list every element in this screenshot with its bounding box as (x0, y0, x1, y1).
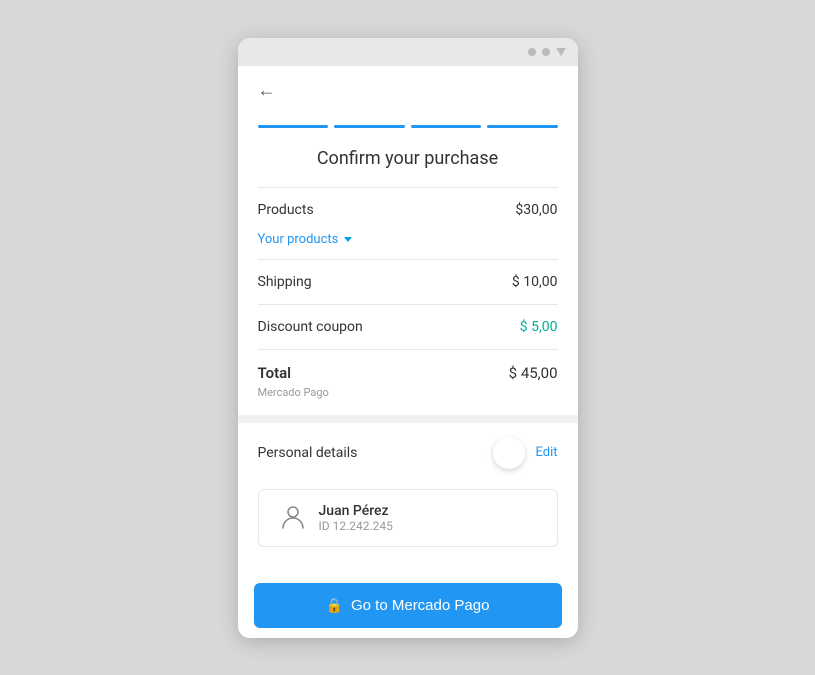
lock-icon: 🔒 (326, 597, 343, 614)
bottom-bar: 🔒 Go to Mercado Pago (238, 573, 578, 638)
products-row: Products $30,00 (238, 188, 578, 232)
status-dot-2 (542, 48, 550, 56)
user-name: Juan Pérez (319, 503, 393, 519)
total-label: Total (258, 364, 292, 382)
progress-bar (238, 109, 578, 138)
total-row: Total $ 45,00 (238, 350, 578, 386)
shipping-row: Shipping $ 10,00 (238, 260, 578, 304)
chevron-down-icon (344, 237, 352, 242)
signal-icon (556, 48, 566, 56)
edit-link[interactable]: Edit (535, 445, 557, 460)
your-products-row[interactable]: Your products (238, 232, 578, 259)
phone-frame: ← Confirm your purchase Products $30,00 … (238, 38, 578, 638)
personal-header: Personal details Edit (258, 437, 558, 469)
personal-details-label: Personal details (258, 445, 358, 461)
status-dot-1 (528, 48, 536, 56)
main-card: Confirm your purchase Products $30,00 Yo… (238, 109, 578, 573)
cta-label: Go to Mercado Pago (351, 597, 489, 614)
progress-segment-3 (411, 125, 482, 128)
toggle-button[interactable] (493, 437, 525, 469)
status-bar (238, 38, 578, 66)
mercado-pago-sublabel: Mercado Pago (238, 386, 578, 415)
page-title: Confirm your purchase (238, 138, 578, 187)
your-products-link[interactable]: Your products (258, 232, 339, 247)
content-area: ← Confirm your purchase Products $30,00 … (238, 66, 578, 638)
discount-row: Discount coupon $ 5,00 (238, 305, 578, 349)
user-info-row: Juan Pérez ID 12.242.245 (258, 489, 558, 547)
back-button[interactable]: ← (258, 80, 276, 101)
progress-segment-2 (334, 125, 405, 128)
user-avatar-icon (279, 502, 307, 534)
personal-section: Personal details Edit (238, 423, 578, 481)
back-nav: ← (238, 66, 578, 109)
shipping-label: Shipping (258, 274, 312, 290)
user-id: ID 12.242.245 (319, 519, 393, 533)
products-value: $30,00 (515, 202, 557, 218)
discount-label: Discount coupon (258, 319, 363, 335)
products-label: Products (258, 202, 314, 218)
section-gap (238, 415, 578, 423)
progress-segment-4 (487, 125, 558, 128)
discount-value: $ 5,00 (520, 319, 558, 335)
progress-segment-1 (258, 125, 329, 128)
cta-button[interactable]: 🔒 Go to Mercado Pago (254, 583, 562, 628)
shipping-value: $ 10,00 (512, 274, 558, 290)
total-value: $ 45,00 (509, 364, 558, 382)
user-details: Juan Pérez ID 12.242.245 (319, 503, 393, 533)
